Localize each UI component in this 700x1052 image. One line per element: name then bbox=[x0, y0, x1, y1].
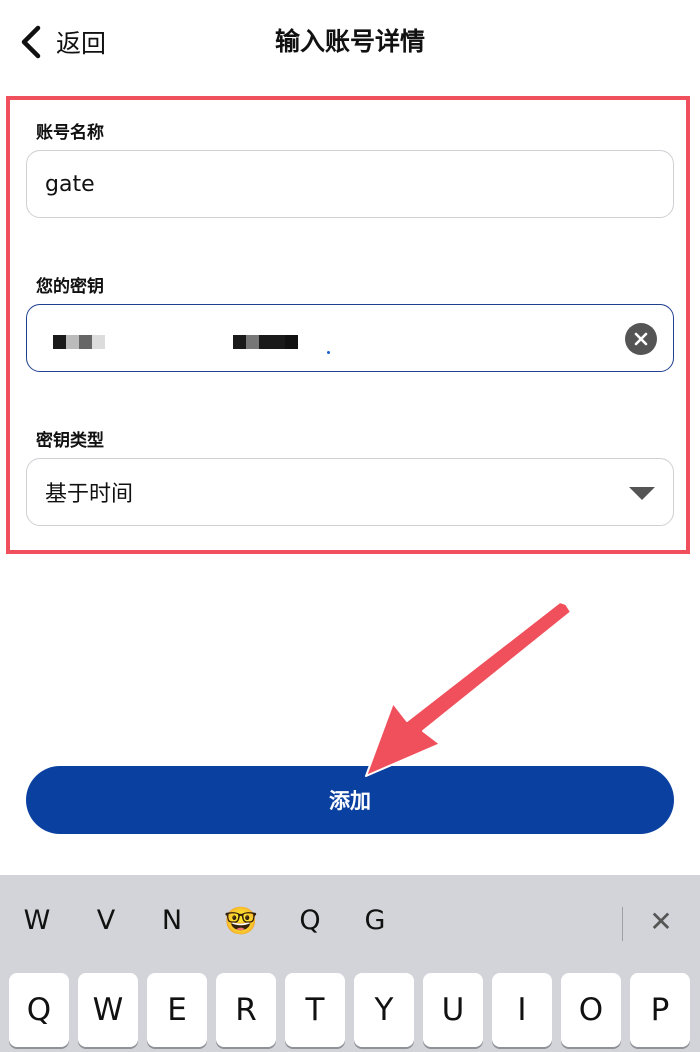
redacted-mask bbox=[53, 335, 105, 349]
key-r[interactable]: R bbox=[216, 973, 276, 1047]
suggestion-key[interactable]: N bbox=[147, 905, 197, 936]
key-type-label: 密钥类型 bbox=[36, 431, 104, 451]
suggestion-key[interactable]: Q bbox=[285, 905, 335, 936]
account-name-value: gate bbox=[45, 171, 95, 197]
key-type-value: 基于时间 bbox=[45, 482, 134, 507]
key-i[interactable]: I bbox=[492, 973, 552, 1047]
key-u[interactable]: U bbox=[423, 973, 483, 1047]
secret-key-field[interactable] bbox=[26, 304, 674, 372]
add-button[interactable]: 添加 bbox=[26, 766, 674, 834]
account-name-field[interactable]: gate bbox=[26, 150, 674, 218]
clear-circle-icon bbox=[634, 332, 648, 346]
close-icon[interactable]: ✕ bbox=[645, 905, 677, 938]
key-t[interactable]: T bbox=[285, 973, 345, 1047]
suggestion-bar: W V N 🤓 Q G ✕ bbox=[0, 875, 700, 971]
redacted-mask bbox=[233, 335, 298, 349]
suggestion-key[interactable]: G bbox=[350, 905, 400, 936]
clear-button[interactable] bbox=[625, 323, 657, 355]
suggestion-divider bbox=[622, 907, 623, 941]
account-name-label: 账号名称 bbox=[36, 123, 104, 143]
page-title: 输入账号详情 bbox=[274, 27, 425, 56]
keyboard: W V N 🤓 Q G ✕ Q W E R T Y U I O P bbox=[0, 875, 700, 1052]
secret-key-label: 您的密钥 bbox=[36, 277, 104, 297]
key-p[interactable]: P bbox=[630, 973, 690, 1047]
key-e[interactable]: E bbox=[147, 973, 207, 1047]
nav-bar: 返回 输入账号详情 bbox=[0, 0, 700, 86]
text-caret bbox=[327, 351, 330, 354]
triangle-down-icon bbox=[629, 487, 655, 500]
suggestion-key[interactable]: W bbox=[12, 905, 62, 936]
key-o[interactable]: O bbox=[561, 973, 621, 1047]
key-w[interactable]: W bbox=[78, 973, 138, 1047]
suggestion-emoji[interactable]: 🤓 bbox=[216, 905, 266, 937]
suggestion-key[interactable]: V bbox=[81, 905, 131, 936]
key-y[interactable]: Y bbox=[354, 973, 414, 1047]
key-type-select[interactable]: 基于时间 bbox=[26, 458, 674, 526]
key-q[interactable]: Q bbox=[9, 973, 69, 1047]
